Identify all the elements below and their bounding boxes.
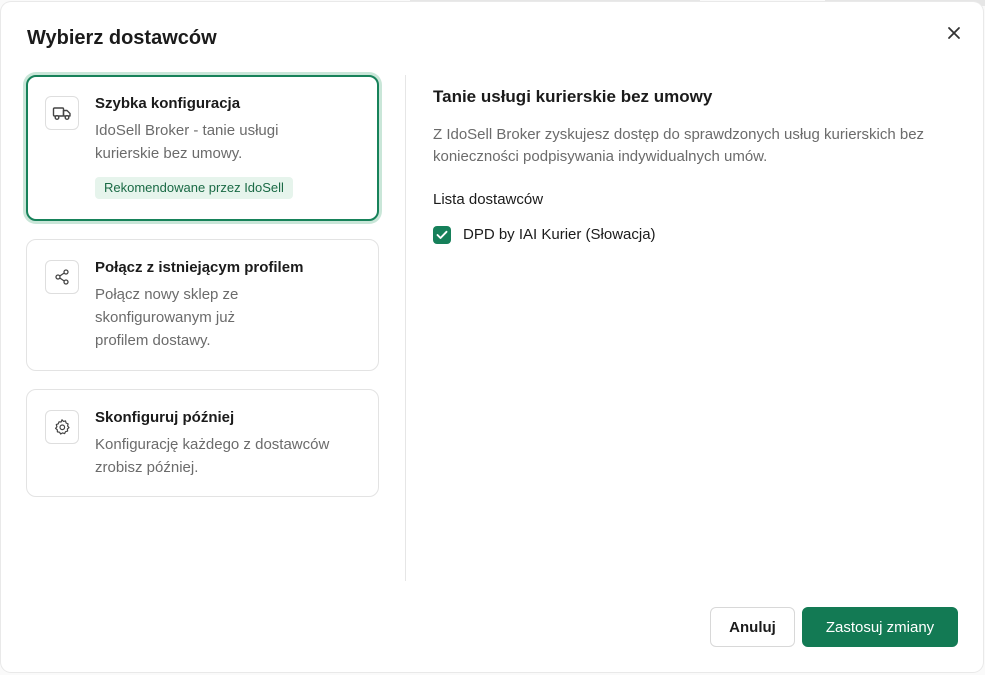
option-description: Konfigurację każdego z dostawców zrobisz…: [95, 436, 330, 476]
option-description: IdoSell Broker - tanie usługi kurierskie…: [95, 122, 279, 162]
select-providers-dialog: Wybierz dostawców Szybka konfiguracja Id…: [1, 2, 983, 672]
recommended-badge: Rekomendowane przez IdoSell: [95, 177, 293, 199]
panel-divider: [405, 75, 406, 581]
option-quick-config[interactable]: Szybka konfiguracja IdoSell Broker - tan…: [26, 75, 379, 221]
detail-title: Tanie usługi kurierskie bez umowy: [433, 87, 713, 106]
check-icon: [436, 230, 448, 239]
cancel-button[interactable]: Anuluj: [710, 607, 795, 647]
provider-item[interactable]: DPD by IAI Kurier (Słowacja): [433, 225, 953, 245]
close-icon: [948, 27, 960, 39]
detail-panel: Tanie usługi kurierskie bez umowy Z IdoS…: [433, 86, 953, 245]
option-title: Połącz z istniejącym profilem: [95, 259, 304, 276]
apply-changes-button[interactable]: Zastosuj zmiany: [802, 607, 958, 647]
option-description: Połącz nowy sklep ze skonfigurowanym już…: [95, 286, 239, 349]
provider-checkbox[interactable]: [433, 226, 451, 244]
close-button[interactable]: [941, 20, 967, 46]
providers-list-label: Lista dostawców: [433, 191, 544, 208]
truck-icon: [45, 96, 79, 130]
option-title: Skonfiguruj później: [95, 409, 235, 426]
option-configure-later[interactable]: Skonfiguruj później Konfigurację każdego…: [26, 389, 379, 497]
option-connect-profile[interactable]: Połącz z istniejącym profilem Połącz now…: [26, 239, 379, 371]
share-icon: [45, 260, 79, 294]
dialog-title: Wybierz dostawców: [27, 27, 217, 49]
gear-icon: [45, 410, 79, 444]
provider-name: DPD by IAI Kurier (Słowacja): [463, 226, 656, 243]
detail-description: Z IdoSell Broker zyskujesz dostęp do spr…: [433, 126, 925, 165]
config-options-list: Szybka konfiguracja IdoSell Broker - tan…: [26, 75, 379, 515]
option-title: Szybka konfiguracja: [95, 95, 241, 112]
